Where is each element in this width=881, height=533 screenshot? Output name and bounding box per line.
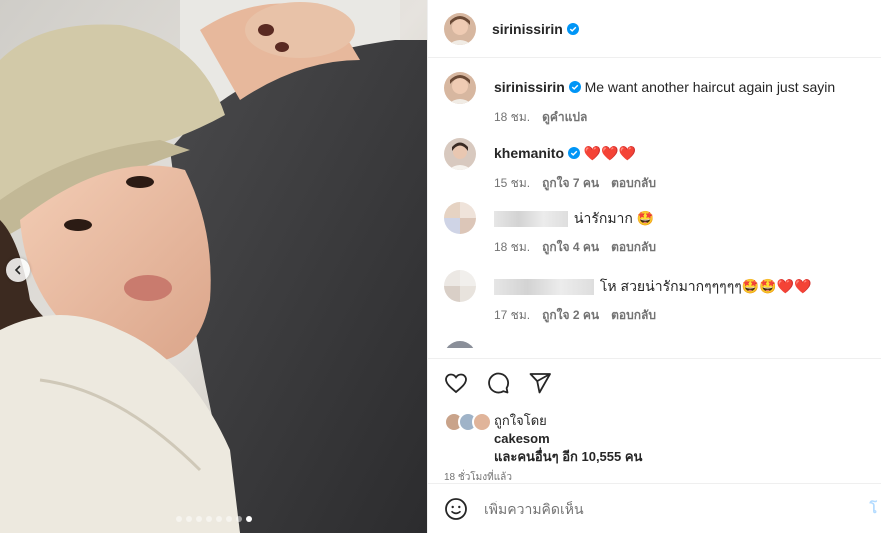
caption-author-avatar[interactable]	[444, 72, 476, 104]
carousel-dot	[225, 516, 232, 522]
liked-by-text: ถูกใจโดย cakesom และคนอื่นๆ อีก 10,555 ค…	[494, 412, 642, 466]
translate-button[interactable]: ดูคำแปล	[542, 108, 587, 127]
carousel-prev-button[interactable]	[6, 258, 30, 282]
comment-author[interactable]: khemanito	[494, 145, 564, 161]
add-comment-bar: โ	[428, 483, 881, 533]
liked-by-user[interactable]: cakesom	[494, 431, 550, 446]
liker-avatar	[472, 412, 492, 432]
comment-item: น่ารักมาก 🤩 18 ชม. ถูกใจ 4 คน ตอบกลับ	[444, 202, 871, 257]
author-avatar[interactable]	[444, 12, 476, 45]
reply-button[interactable]: ตอบกลับ	[611, 306, 656, 325]
author-username[interactable]: sirinissirin	[492, 21, 579, 37]
chevron-left-icon	[14, 265, 21, 275]
comment-text-block: น่ารักมาก 🤩	[494, 202, 655, 228]
caption: sirinissirin Me want another haircut aga…	[444, 72, 871, 127]
caption-time[interactable]: 18 ชม.	[494, 108, 530, 127]
caption-text: Me want another haircut again just sayin	[584, 79, 836, 95]
reply-button[interactable]: ตอบกลับ	[611, 238, 656, 257]
author-username-text[interactable]: sirinissirin	[492, 21, 563, 37]
comment-time[interactable]: 18 ชม.	[494, 238, 530, 257]
carousel-dot	[235, 516, 242, 522]
carousel-dot-active	[245, 516, 252, 522]
verified-badge-icon	[567, 147, 580, 159]
post-header: sirinissirin	[428, 0, 881, 58]
comment-time[interactable]: 15 ชม.	[494, 174, 530, 193]
share-icon[interactable]	[528, 371, 552, 395]
comment-author-avatar[interactable]	[444, 138, 476, 170]
comments-list: sirinissirin Me want another haircut aga…	[428, 58, 881, 348]
carousel-dot	[205, 516, 212, 522]
comment-item: โห สวยน่ารักมากๆๆๆๆๆ🤩🤩❤️❤️ 17 ชม. ถูกใจ …	[444, 270, 871, 325]
comment-time[interactable]: 17 ชม.	[494, 306, 530, 325]
comment-author-avatar-blurred[interactable]	[444, 202, 476, 234]
blurred-username[interactable]	[494, 211, 568, 228]
comment-text: ❤️❤️❤️	[583, 145, 637, 161]
liked-by-label: ถูกใจโดย	[494, 413, 547, 428]
photo-illustration	[0, 0, 427, 533]
carousel-dot	[215, 516, 222, 522]
comment-text: น่ารักมาก 🤩	[573, 210, 655, 226]
next-comment-avatar-partial[interactable]	[444, 341, 476, 348]
emoji-icon[interactable]	[444, 497, 468, 521]
post-photo[interactable]	[0, 0, 427, 533]
comment-text-block: khemanito ❤️❤️❤️	[494, 138, 636, 162]
blurred-username[interactable]	[494, 279, 594, 296]
post-sidebar: sirinissirin sirinissirin Me want anothe…	[427, 0, 881, 533]
comment-likes[interactable]: ถูกใจ 4 คน	[542, 238, 599, 257]
comment-item: khemanito ❤️❤️❤️ 15 ชม. ถูกใจ 7 คน ตอบกล…	[444, 138, 871, 193]
liked-by-avatars[interactable]	[444, 412, 494, 432]
caption-meta: 18 ชม. ดูคำแปล	[494, 108, 871, 127]
liked-by-section: ถูกใจโดย cakesom และคนอื่นๆ อีก 10,555 ค…	[428, 412, 881, 466]
carousel-dot	[175, 516, 182, 522]
carousel-dot	[195, 516, 202, 522]
comment-meta: 17 ชม. ถูกใจ 2 คน ตอบกลับ	[494, 306, 871, 325]
caption-text-block: sirinissirin Me want another haircut aga…	[494, 72, 835, 96]
verified-badge-icon	[568, 81, 581, 93]
verified-badge-icon	[566, 22, 579, 35]
liked-by-others[interactable]: และคนอื่นๆ อีก 10,555 คน	[494, 449, 642, 464]
action-bar	[428, 358, 881, 406]
carousel-dot	[185, 516, 192, 522]
comment-meta: 15 ชม. ถูกใจ 7 คน ตอบกลับ	[494, 174, 871, 193]
heart-icon[interactable]	[444, 371, 468, 395]
comment-meta: 18 ชม. ถูกใจ 4 คน ตอบกลับ	[494, 238, 871, 257]
comment-text-block: โห สวยน่ารักมากๆๆๆๆๆ🤩🤩❤️❤️	[494, 270, 812, 296]
carousel-indicator	[0, 516, 427, 522]
comment-text: โห สวยน่ารักมากๆๆๆๆๆ🤩🤩❤️❤️	[599, 278, 812, 294]
comment-input[interactable]	[484, 500, 824, 517]
comment-icon[interactable]	[486, 371, 510, 395]
post-modal: sirinissirin sirinissirin Me want anothe…	[0, 0, 881, 533]
comment-author-avatar-blurred[interactable]	[444, 270, 476, 302]
comment-likes[interactable]: ถูกใจ 2 คน	[542, 306, 599, 325]
comment-likes[interactable]: ถูกใจ 7 คน	[542, 174, 599, 193]
post-comment-button[interactable]: โ	[869, 498, 877, 520]
reply-button[interactable]: ตอบกลับ	[611, 174, 656, 193]
caption-author[interactable]: sirinissirin	[494, 79, 565, 95]
